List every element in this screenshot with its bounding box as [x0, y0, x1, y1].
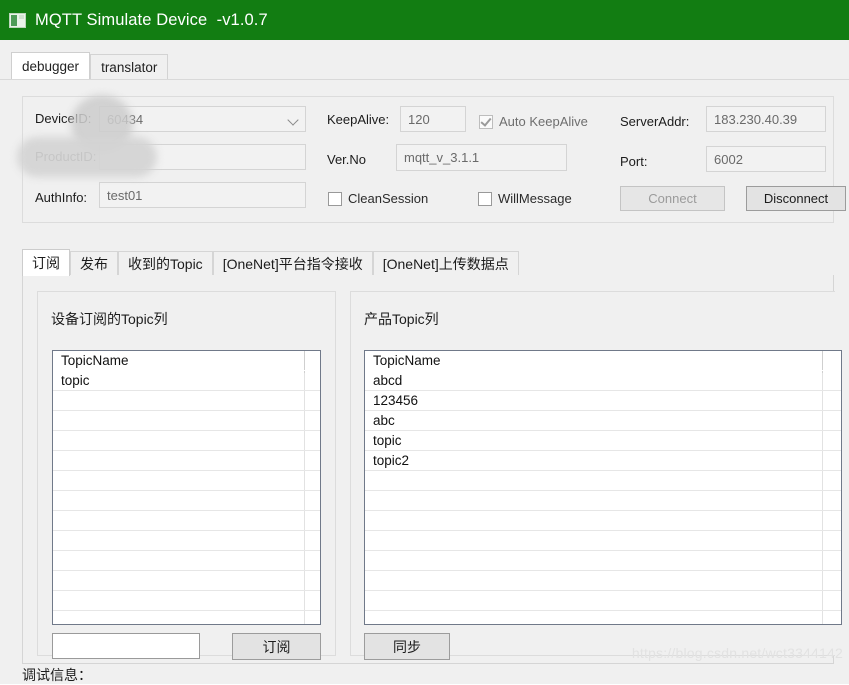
ver-no-label: Ver.No [327, 152, 367, 167]
product-topic-grid[interactable]: TopicName abcd 123456 abc topic topic2 [364, 350, 842, 625]
table-row-empty[interactable] [365, 611, 841, 624]
table-row-empty[interactable] [365, 531, 841, 551]
table-row[interactable]: topic [365, 431, 841, 451]
clean-session-box [328, 191, 342, 206]
tab-onenet-command-receive[interactable]: [OneNet]平台指令接收 [212, 251, 373, 276]
table-row[interactable]: 123456 [365, 391, 841, 411]
table-row-empty[interactable] [365, 491, 841, 511]
device-topic-group-title: 设备订阅的Topic列 [51, 311, 168, 327]
auto-keep-alive-checkbox[interactable]: Auto KeepAlive [479, 114, 588, 129]
device-topic-group: 设备订阅的Topic列 TopicName topic 订阅 [37, 291, 336, 660]
port-input[interactable] [706, 146, 826, 172]
table-row-empty[interactable] [53, 451, 320, 471]
keep-alive-input[interactable] [400, 106, 466, 132]
table-row-empty[interactable] [53, 531, 320, 551]
table-row-empty[interactable] [53, 571, 320, 591]
will-message-checkbox[interactable]: WillMessage [478, 191, 572, 206]
server-addr-input[interactable] [706, 106, 826, 132]
debug-info-label: 调试信息： [22, 667, 92, 683]
top-tab-bar: debugger translator [0, 40, 849, 80]
device-id-label: DeviceID: [35, 111, 92, 126]
connection-panel: DeviceID: ProductID: AuthInfo: KeepAlive… [17, 95, 846, 223]
product-grid-header-topicname: TopicName [365, 351, 841, 371]
table-row[interactable]: topic2 [365, 451, 841, 471]
device-id-combo-input[interactable] [99, 106, 306, 132]
table-row-empty[interactable] [365, 571, 841, 591]
top-tab-underline [0, 79, 849, 80]
port-label: Port: [620, 154, 648, 169]
tab-subscribe[interactable]: 订阅 [22, 249, 70, 276]
table-row-empty[interactable] [365, 511, 841, 531]
table-row-empty[interactable] [53, 491, 320, 511]
subscribe-topic-input[interactable] [52, 633, 200, 659]
table-row-empty[interactable] [365, 471, 841, 491]
table-row-empty[interactable] [53, 431, 320, 451]
inner-tab-bar: 订阅 发布 收到的Topic [OneNet]平台指令接收 [OneNet]上传… [22, 248, 834, 276]
device-topic-rows: TopicName topic [53, 351, 320, 624]
keep-alive-label: KeepAlive: [327, 112, 390, 127]
ver-no-input[interactable] [396, 144, 567, 171]
table-row-empty[interactable] [53, 391, 320, 411]
clean-session-label: CleanSession [348, 191, 429, 206]
tab-debugger[interactable]: debugger [11, 52, 91, 79]
table-row-empty[interactable] [53, 591, 320, 611]
connect-button[interactable]: Connect [620, 186, 725, 211]
disconnect-button[interactable]: Disconnect [746, 186, 846, 211]
auto-keep-alive-label: Auto KeepAlive [499, 114, 588, 129]
product-topic-group: 产品Topic列 TopicName abcd 123456 abc topic… [350, 291, 842, 660]
auth-info-input[interactable] [99, 182, 306, 208]
table-row[interactable]: abcd [365, 371, 841, 391]
auto-keep-alive-box [479, 114, 493, 129]
table-row[interactable]: abc [365, 411, 841, 431]
clean-session-checkbox[interactable]: CleanSession [328, 191, 428, 206]
will-message-label: WillMessage [498, 191, 572, 206]
product-topic-group-title: 产品Topic列 [364, 311, 439, 327]
sync-button[interactable]: 同步 [364, 633, 450, 660]
table-row[interactable]: topic [53, 371, 320, 391]
table-row-empty[interactable] [53, 411, 320, 431]
will-message-box [478, 191, 492, 206]
subscribe-tab-panel: 设备订阅的Topic列 TopicName topic 订阅 产品Topic列 … [22, 275, 842, 664]
tab-onenet-upload-datapoint[interactable]: [OneNet]上传数据点 [372, 251, 519, 276]
tab-received-topic[interactable]: 收到的Topic [118, 251, 213, 276]
table-row-empty[interactable] [53, 511, 320, 531]
table-row-empty[interactable] [365, 591, 841, 611]
auth-info-label: AuthInfo: [35, 190, 88, 205]
table-row-empty[interactable] [53, 611, 320, 624]
watermark: https://blog.csdn.net/wct3344142 [631, 645, 843, 661]
table-row-empty[interactable] [365, 551, 841, 571]
server-addr-label: ServerAddr: [620, 114, 690, 129]
table-row-empty[interactable] [53, 551, 320, 571]
product-topic-rows: TopicName abcd 123456 abc topic topic2 [365, 351, 841, 624]
device-topic-grid[interactable]: TopicName topic [52, 350, 321, 625]
tab-translator[interactable]: translator [90, 54, 169, 79]
subscribe-button[interactable]: 订阅 [232, 633, 321, 660]
top-tab-strip: debugger translator [11, 52, 169, 79]
device-grid-header-topicname: TopicName [53, 351, 320, 371]
table-row-empty[interactable] [53, 471, 320, 491]
window-title: MQTT Simulate Device -v1.0.7 [35, 10, 268, 29]
product-id-label: ProductID: [35, 149, 97, 164]
inner-tab-strip: 订阅 发布 收到的Topic [OneNet]平台指令接收 [OneNet]上传… [22, 248, 519, 276]
app-window-icon [9, 12, 26, 28]
title-bar: MQTT Simulate Device -v1.0.7 [0, 0, 849, 40]
tab-publish[interactable]: 发布 [70, 251, 118, 276]
application-window: MQTT Simulate Device -v1.0.7 debugger tr… [0, 0, 849, 684]
product-id-input[interactable] [99, 144, 306, 170]
